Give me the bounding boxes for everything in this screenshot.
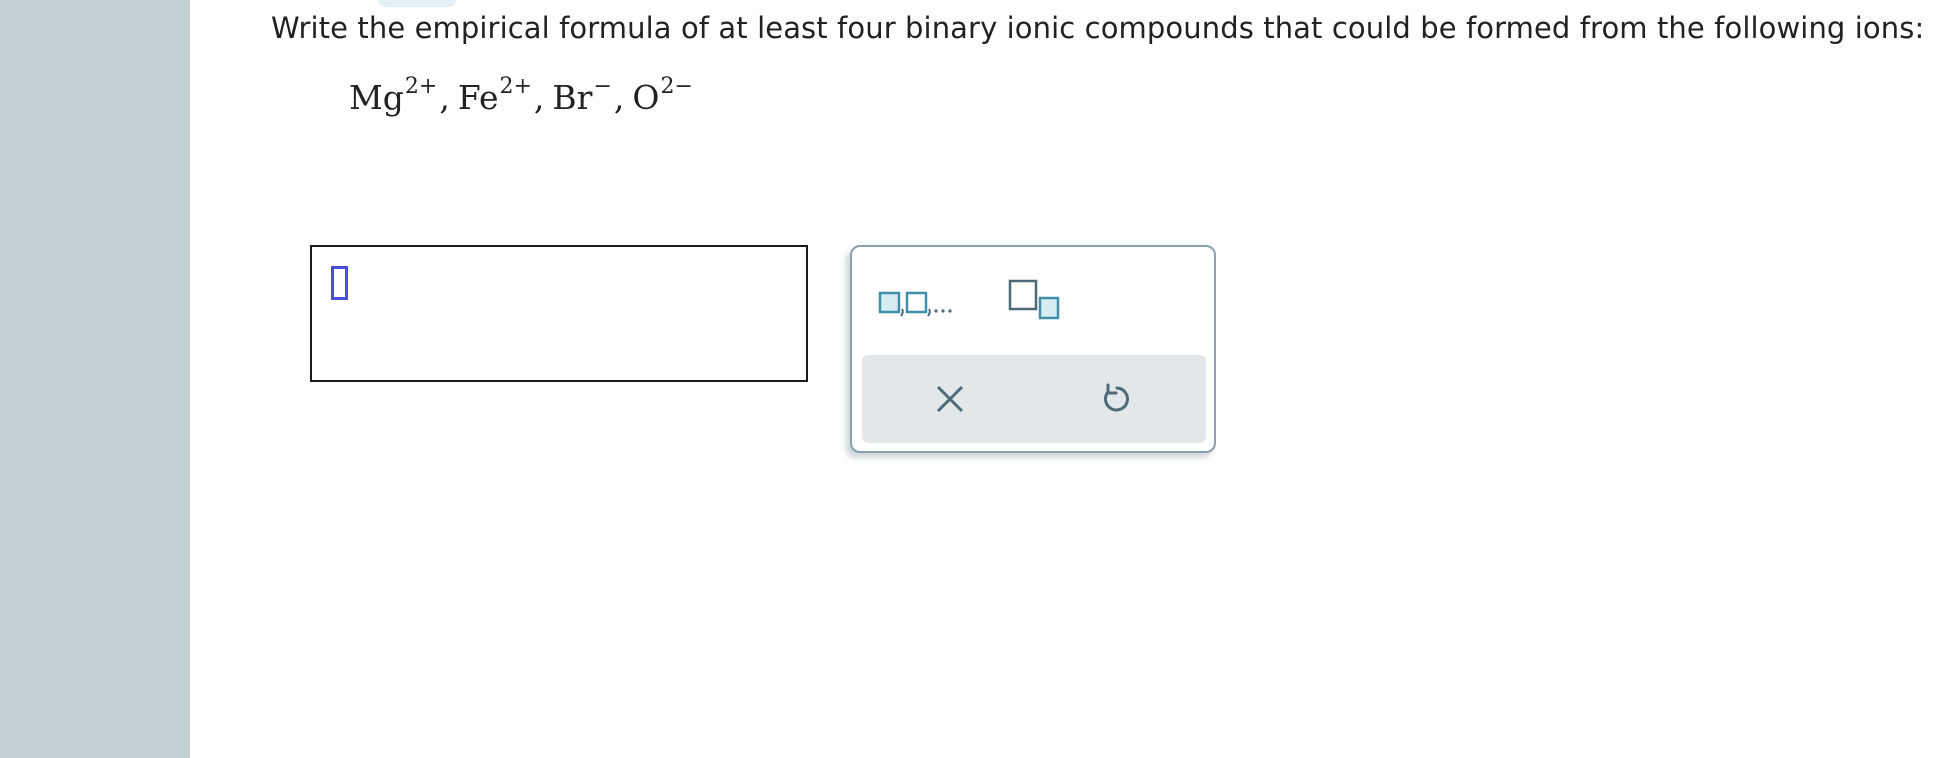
answer-input[interactable]	[310, 245, 808, 382]
x-icon	[936, 385, 964, 413]
ion-separator: ,	[533, 78, 545, 117]
question-text: Write the empirical formula of at least …	[271, 11, 1925, 45]
ion-br: Br−	[552, 74, 612, 118]
undo-icon	[1104, 383, 1129, 412]
comma-list-button[interactable]	[878, 285, 958, 321]
top-tab[interactable]	[378, 0, 456, 7]
page: Write the empirical formula of at least …	[0, 0, 1935, 758]
subscript-button[interactable]	[1008, 279, 1064, 323]
ion-o: O2−	[632, 74, 693, 118]
left-rail	[0, 0, 190, 758]
ion-mg: Mg2+	[349, 74, 438, 118]
ion-separator: ,	[439, 78, 450, 117]
comma-list-icon	[878, 291, 952, 317]
ion-fe: Fe2+	[457, 74, 532, 118]
ion-separator: ,	[613, 78, 625, 117]
input-placeholder-cursor[interactable]	[331, 266, 348, 300]
subscript-icon	[1008, 279, 1060, 320]
clear-button[interactable]	[930, 379, 970, 419]
input-palette	[850, 245, 1216, 453]
undo-button[interactable]	[1096, 379, 1136, 419]
palette-action-bar	[862, 355, 1206, 443]
ion-list: Mg2+, Fe2+, Br−, O2−	[349, 74, 693, 118]
